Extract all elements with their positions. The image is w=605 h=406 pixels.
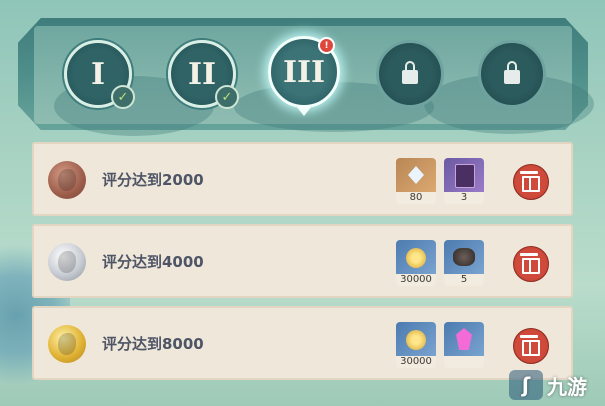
silver-medal-icon <box>48 243 86 281</box>
lock-icon <box>402 61 418 84</box>
primogem-icon[interactable]: 80 <box>396 158 436 204</box>
reward-row: 评分达到8000 30000 <box>32 306 573 380</box>
bronze-medal-icon <box>48 161 86 199</box>
tier-5-badge[interactable] <box>478 40 546 108</box>
reward-qty: 3 <box>444 192 484 204</box>
reward-qty: 80 <box>396 192 436 204</box>
tier-2-badge[interactable]: II ✓ <box>168 40 239 109</box>
reward-qty <box>444 356 484 368</box>
check-icon: ✓ <box>215 85 239 109</box>
reward-qty: 30000 <box>396 356 436 368</box>
ore-icon[interactable]: 5 <box>444 240 484 286</box>
lock-icon <box>504 61 520 84</box>
alert-icon: ! <box>318 37 335 54</box>
reward-qty: 5 <box>444 274 484 286</box>
gift-icon[interactable] <box>513 164 549 200</box>
mora-coin-icon[interactable]: 30000 <box>396 240 436 286</box>
reward-row: 评分达到2000 80 3 <box>32 142 573 216</box>
watermark: ʃ 九游 <box>509 370 587 400</box>
reward-row: 评分达到4000 30000 5 <box>32 224 573 298</box>
gift-icon[interactable] <box>513 246 549 282</box>
purple-book-icon[interactable]: 3 <box>444 158 484 204</box>
task-text: 评分达到8000 <box>102 335 204 353</box>
tier-4-badge[interactable] <box>376 40 444 108</box>
selection-pointer <box>296 106 312 116</box>
check-icon: ✓ <box>111 85 135 109</box>
tier-2-numeral: II <box>187 56 217 92</box>
mora-coin-icon[interactable]: 30000 <box>396 322 436 368</box>
crystal-icon[interactable] <box>444 322 484 368</box>
task-text: 评分达到2000 <box>102 171 204 189</box>
task-text: 评分达到4000 <box>102 253 204 271</box>
watermark-text: 九游 <box>547 374 587 399</box>
tier-1-badge[interactable]: I ✓ <box>64 40 135 109</box>
tier-3-badge[interactable]: III ! <box>268 36 340 116</box>
watermark-logo-icon: ʃ <box>509 370 543 400</box>
reward-qty: 30000 <box>396 274 436 286</box>
gold-medal-icon <box>48 325 86 363</box>
tier-3-numeral: III <box>282 54 326 90</box>
gift-icon[interactable] <box>513 328 549 364</box>
tier-1-numeral: I <box>90 56 106 92</box>
